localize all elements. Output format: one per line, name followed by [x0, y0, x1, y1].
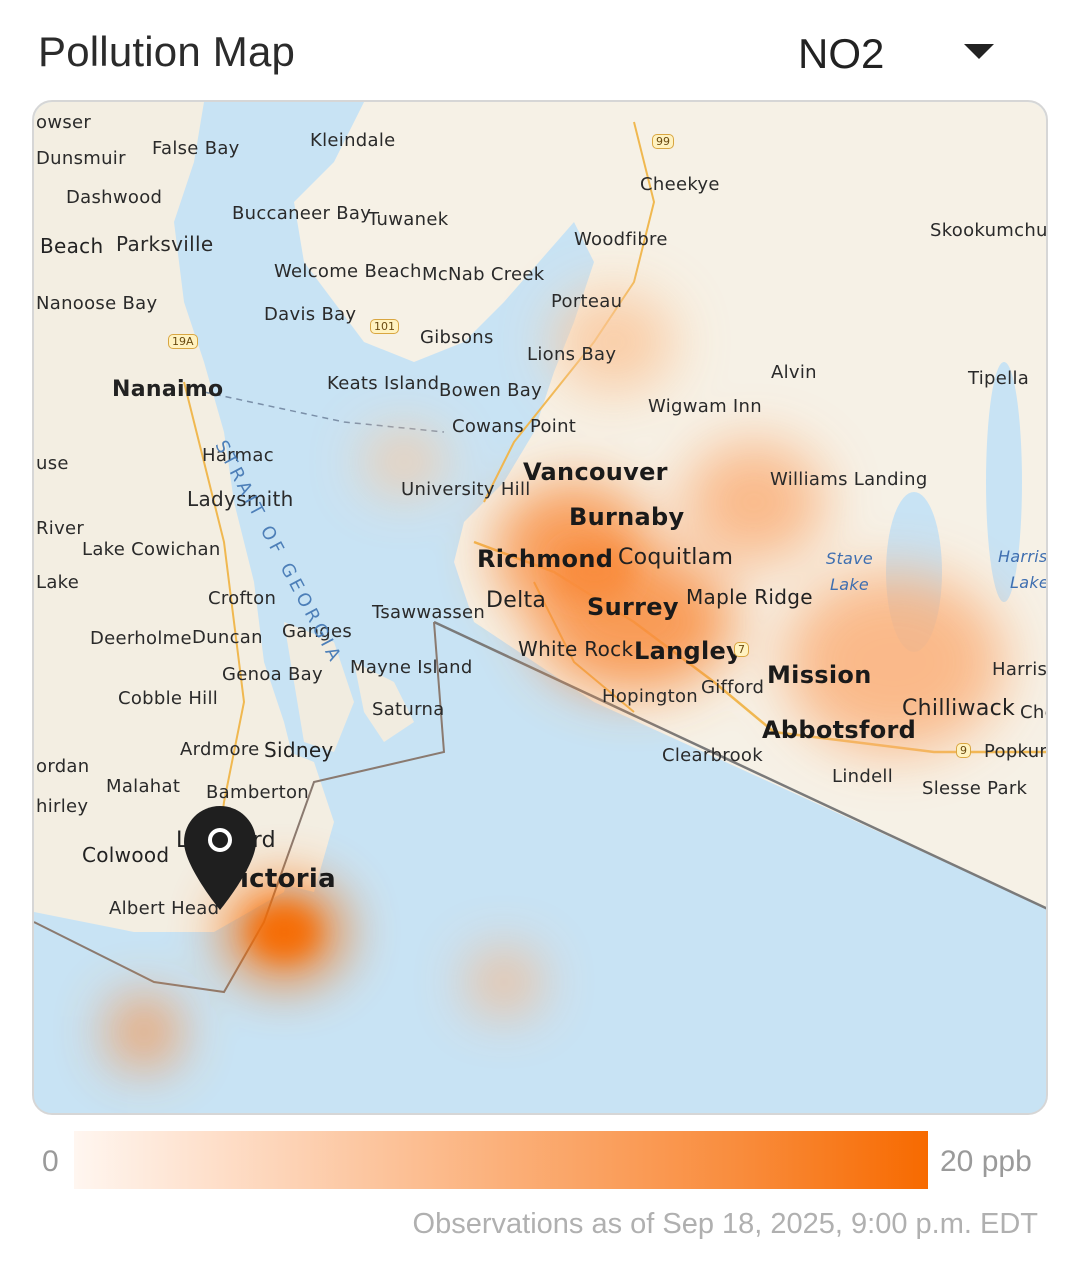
map-label: Abbotsford — [762, 716, 917, 744]
map-label: Nanaimo — [112, 377, 224, 402]
pollutant-dropdown[interactable]: NO2 — [780, 18, 1020, 88]
map-label: Clearbrook — [662, 745, 763, 766]
highway-shield: 99 — [652, 134, 674, 149]
highway-shield: 9 — [956, 743, 971, 758]
map-label: McNab Creek — [422, 264, 545, 285]
map-label: Bowen Bay — [439, 380, 543, 401]
map-label: Hopington — [602, 686, 698, 707]
legend-max-label: 20 ppb — [940, 1145, 1032, 1178]
highway-shield: 101 — [370, 319, 399, 334]
map-label: False Bay — [152, 138, 240, 159]
map-label: Chilliwack — [902, 696, 1016, 721]
map-label: Bamberton — [206, 782, 309, 803]
map-label: Tsawwassen — [372, 602, 486, 623]
pollutant-selected-value: NO2 — [798, 30, 885, 77]
map-label: Lions Bay — [527, 344, 617, 365]
map-label: Dunsmuir — [36, 148, 126, 169]
map-label: Richmond — [477, 545, 614, 573]
map-label: Popkum — [984, 741, 1046, 762]
map-label: Sidney — [264, 738, 334, 762]
observation-timestamp: Observations as of Sep 18, 2025, 9:00 p.… — [412, 1208, 1038, 1240]
map-label: Lindell — [832, 766, 894, 787]
pollution-map[interactable]: owser Dunsmuir False Bay Kleindale Dashw… — [32, 100, 1048, 1115]
map-label: Kleindale — [310, 130, 396, 151]
map-label: Davis Bay — [264, 304, 357, 325]
map-label: Dashwood — [66, 187, 163, 208]
map-label: River — [36, 518, 85, 539]
map-label: Deerholme — [90, 628, 192, 649]
legend-min-label: 0 — [42, 1145, 59, 1178]
map-label: Coquitlam — [618, 545, 734, 570]
dropdown-arrow-icon — [964, 44, 994, 59]
map-label: Welcome Beach — [274, 261, 422, 282]
map-label: Cheekye — [640, 174, 720, 195]
map-label: Keats Island — [327, 373, 440, 394]
map-label: Colwood — [82, 843, 170, 867]
map-label: Woodfibre — [574, 229, 668, 250]
map-label: Porteau — [551, 291, 623, 312]
map-label: Lake — [1010, 573, 1048, 592]
map-label: Beach — [40, 234, 104, 258]
map-label: Crofton — [208, 588, 277, 609]
map-label: Lake Cowichan — [82, 539, 221, 560]
map-label: Stave — [826, 549, 874, 568]
map-label: Malahat — [106, 776, 181, 797]
map-label: ordan — [36, 756, 90, 777]
map-label: Skookumchuc — [930, 220, 1048, 241]
map-label: Saturna — [372, 699, 445, 720]
map-label: Harrisc — [998, 547, 1048, 566]
map-label: Che — [1020, 702, 1046, 723]
map-label: Vancouver — [523, 458, 668, 486]
map-label: Mayne Island — [350, 657, 473, 678]
map-label: Tipella — [968, 368, 1030, 389]
map-label: Gibsons — [420, 327, 494, 348]
map-label: Mission — [767, 661, 872, 689]
map-label: Burnaby — [569, 503, 685, 531]
highway-shield: 7 — [734, 642, 749, 657]
map-label: Williams Landing — [770, 469, 928, 490]
map-label: Nanoose Bay — [36, 293, 158, 314]
map-label: use — [36, 453, 69, 474]
map-label: Lake — [36, 572, 80, 593]
map-label: Ardmore — [180, 739, 260, 760]
map-label: Genoa Bay — [222, 664, 323, 685]
map-label: White Rock — [518, 637, 634, 661]
map-label: Slesse Park — [922, 778, 1028, 799]
map-label: Duncan — [192, 627, 263, 648]
legend: 0 20 ppb — [0, 1125, 1080, 1195]
map-label: Harrisc — [992, 659, 1048, 680]
highway-shield: 19A — [168, 334, 198, 349]
page-title: Pollution Map — [38, 28, 296, 75]
map-label: Langley — [634, 637, 743, 665]
legend-gradient-bar — [74, 1131, 928, 1189]
map-label: Parksville — [116, 232, 214, 256]
map-label: Lake — [830, 575, 870, 594]
app-header: Pollution Map NO2 — [0, 0, 1080, 100]
map-label: Alvin — [771, 362, 817, 383]
map-label: University Hill — [401, 479, 531, 500]
map-label: owser — [36, 112, 92, 133]
map-label: Gifford — [701, 677, 765, 698]
map-label: Buccaneer Bay — [232, 203, 372, 224]
map-label: Cowans Point — [452, 416, 577, 437]
map-label: Maple Ridge — [686, 585, 813, 609]
map-label: hirley — [36, 796, 89, 817]
map-label: Delta — [486, 588, 547, 613]
map-label: Surrey — [587, 593, 679, 621]
map-label: Tuwanek — [368, 209, 449, 230]
location-pin-icon[interactable] — [182, 804, 258, 914]
map-label: Cobble Hill — [118, 688, 219, 709]
map-label: Wigwam Inn — [648, 396, 762, 417]
